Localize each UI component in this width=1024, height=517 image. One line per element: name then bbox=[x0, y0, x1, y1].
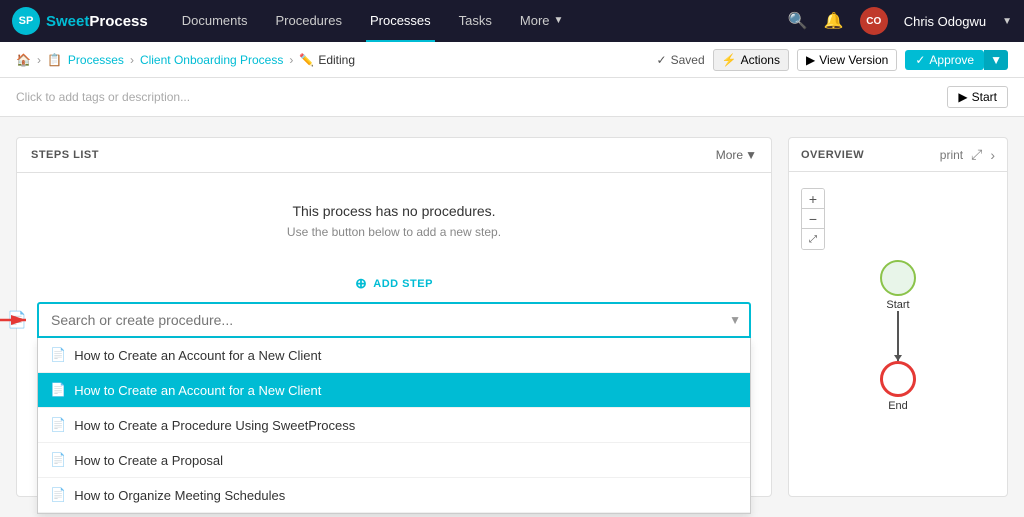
chevron-right-icon[interactable]: › bbox=[990, 147, 995, 163]
end-circle bbox=[880, 361, 916, 397]
dropdown-item-1[interactable]: 📄 How to Create an Account for a New Cli… bbox=[38, 373, 750, 408]
play-icon: ▶ bbox=[806, 53, 815, 67]
actions-button[interactable]: ⚡ Actions bbox=[713, 49, 789, 71]
file-icon-0: 📄 bbox=[50, 347, 66, 363]
user-name[interactable]: Chris Odogwu bbox=[904, 14, 986, 29]
start-button[interactable]: ▶ Start bbox=[947, 86, 1008, 108]
nav-tasks[interactable]: Tasks bbox=[455, 0, 496, 42]
red-arrow-annotation bbox=[0, 310, 32, 330]
nav-more[interactable]: More ▼ bbox=[516, 0, 568, 42]
chevron-down-icon: ▼ bbox=[554, 15, 564, 26]
sep2: › bbox=[130, 53, 134, 67]
pencil-icon: ✏️ bbox=[299, 53, 314, 67]
saved-button[interactable]: ✓ Saved bbox=[657, 53, 705, 67]
flow-diagram: Start End bbox=[801, 260, 995, 412]
home-icon[interactable]: 🏠 bbox=[16, 53, 31, 67]
empty-subtitle: Use the button below to add a new step. bbox=[37, 225, 751, 239]
zoom-controls: + − ⤢ bbox=[801, 188, 825, 250]
steps-title: STEPS LIST bbox=[31, 149, 99, 161]
processes-link[interactable]: Processes bbox=[68, 53, 124, 67]
steps-more-button[interactable]: More ▼ bbox=[716, 148, 757, 162]
logo-text: SweetProcess bbox=[46, 13, 148, 30]
empty-title: This process has no procedures. bbox=[37, 203, 751, 219]
logo[interactable]: SP SweetProcess bbox=[12, 7, 148, 35]
file-icon-2: 📄 bbox=[50, 417, 66, 433]
user-menu-caret[interactable]: ▼ bbox=[1002, 16, 1012, 27]
procedure-dropdown-wrapper: 📄 ▼ bbox=[37, 302, 751, 338]
file-icon-3: 📄 bbox=[50, 452, 66, 468]
steps-more-chevron: ▼ bbox=[745, 148, 757, 162]
add-step-container: ⊕ ADD STEP 📄 bbox=[17, 259, 771, 358]
approve-button[interactable]: ✓ Approve bbox=[905, 50, 984, 70]
end-label: End bbox=[888, 400, 908, 412]
search-icon[interactable]: 🔍 bbox=[788, 11, 808, 31]
play-start-icon: ▶ bbox=[958, 90, 967, 104]
dropdown-item-2[interactable]: 📄 How to Create a Procedure Using SweetP… bbox=[38, 408, 750, 443]
proc-icon: 📋 bbox=[47, 53, 62, 67]
steps-empty-state: This process has no procedures. Use the … bbox=[17, 173, 771, 259]
overview-body: + − ⤢ Start End bbox=[789, 172, 1007, 428]
zoom-out-button[interactable]: − bbox=[802, 209, 824, 229]
zoom-fit-button[interactable]: ⤢ bbox=[802, 229, 824, 249]
expand-icon[interactable]: ⤢ bbox=[971, 146, 982, 163]
dropdown-item-3[interactable]: 📄 How to Create a Proposal bbox=[38, 443, 750, 478]
approve-group: ✓ Approve ▼ bbox=[905, 50, 1008, 70]
nav-procedures[interactable]: Procedures bbox=[271, 0, 345, 42]
check-icon: ✓ bbox=[657, 53, 667, 67]
dropdown-item-4[interactable]: 📄 How to Organize Meeting Schedules bbox=[38, 478, 750, 513]
approve-caret-button[interactable]: ▼ bbox=[984, 50, 1008, 70]
breadcrumb-actions: ✓ Saved ⚡ Actions ▶ View Version ✓ Appro… bbox=[657, 49, 1008, 71]
top-navigation: SP SweetProcess Documents Procedures Pro… bbox=[0, 0, 1024, 42]
add-step-button[interactable]: ⊕ ADD STEP bbox=[355, 275, 433, 292]
overview-header: OVERVIEW print ⤢ › bbox=[789, 138, 1007, 172]
zoom-in-button[interactable]: + bbox=[802, 189, 824, 209]
overview-panel: OVERVIEW print ⤢ › + − ⤢ Start bbox=[788, 137, 1008, 497]
avatar: CO bbox=[860, 7, 888, 35]
view-version-button[interactable]: ▶ View Version bbox=[797, 49, 897, 71]
lightning-icon: ⚡ bbox=[722, 53, 737, 67]
sep3: › bbox=[289, 53, 293, 67]
dropdown-item-0[interactable]: 📄 How to Create an Account for a New Cli… bbox=[38, 338, 750, 373]
tags-placeholder[interactable]: Click to add tags or description... bbox=[16, 90, 190, 104]
steps-header: STEPS LIST More ▼ bbox=[17, 138, 771, 173]
breadcrumb: 🏠 › 📋 Processes › Client Onboarding Proc… bbox=[16, 53, 355, 67]
procedure-dropdown-list: 📄 How to Create an Account for a New Cli… bbox=[37, 338, 751, 514]
file-icon-4: 📄 bbox=[50, 487, 66, 503]
print-button[interactable]: print bbox=[940, 148, 963, 162]
plus-icon: ⊕ bbox=[355, 275, 367, 292]
overview-actions: print ⤢ › bbox=[940, 146, 995, 163]
end-node: End bbox=[880, 361, 916, 412]
overview-title: OVERVIEW bbox=[801, 149, 864, 161]
start-circle bbox=[880, 260, 916, 296]
start-label: Start bbox=[886, 299, 909, 311]
flow-connector bbox=[897, 311, 899, 361]
steps-panel: STEPS LIST More ▼ This process has no pr… bbox=[16, 137, 772, 497]
start-node: Start bbox=[880, 260, 916, 311]
tags-bar: Click to add tags or description... ▶ St… bbox=[0, 78, 1024, 117]
logo-icon: SP bbox=[12, 7, 40, 35]
nav-right-area: 🔍 🔔 CO Chris Odogwu ▼ bbox=[788, 7, 1012, 35]
main-content: STEPS LIST More ▼ This process has no pr… bbox=[0, 117, 1024, 517]
breadcrumb-bar: 🏠 › 📋 Processes › Client Onboarding Proc… bbox=[0, 42, 1024, 78]
nav-processes[interactable]: Processes bbox=[366, 0, 435, 42]
process-name-link[interactable]: Client Onboarding Process bbox=[140, 53, 283, 67]
approve-check-icon: ✓ bbox=[915, 53, 925, 67]
editing-label: ✏️ Editing bbox=[299, 53, 355, 67]
search-procedure-input[interactable] bbox=[37, 302, 751, 338]
file-icon-1: 📄 bbox=[50, 382, 66, 398]
sep1: › bbox=[37, 53, 41, 67]
bell-icon[interactable]: 🔔 bbox=[824, 11, 844, 31]
nav-documents[interactable]: Documents bbox=[178, 0, 252, 42]
